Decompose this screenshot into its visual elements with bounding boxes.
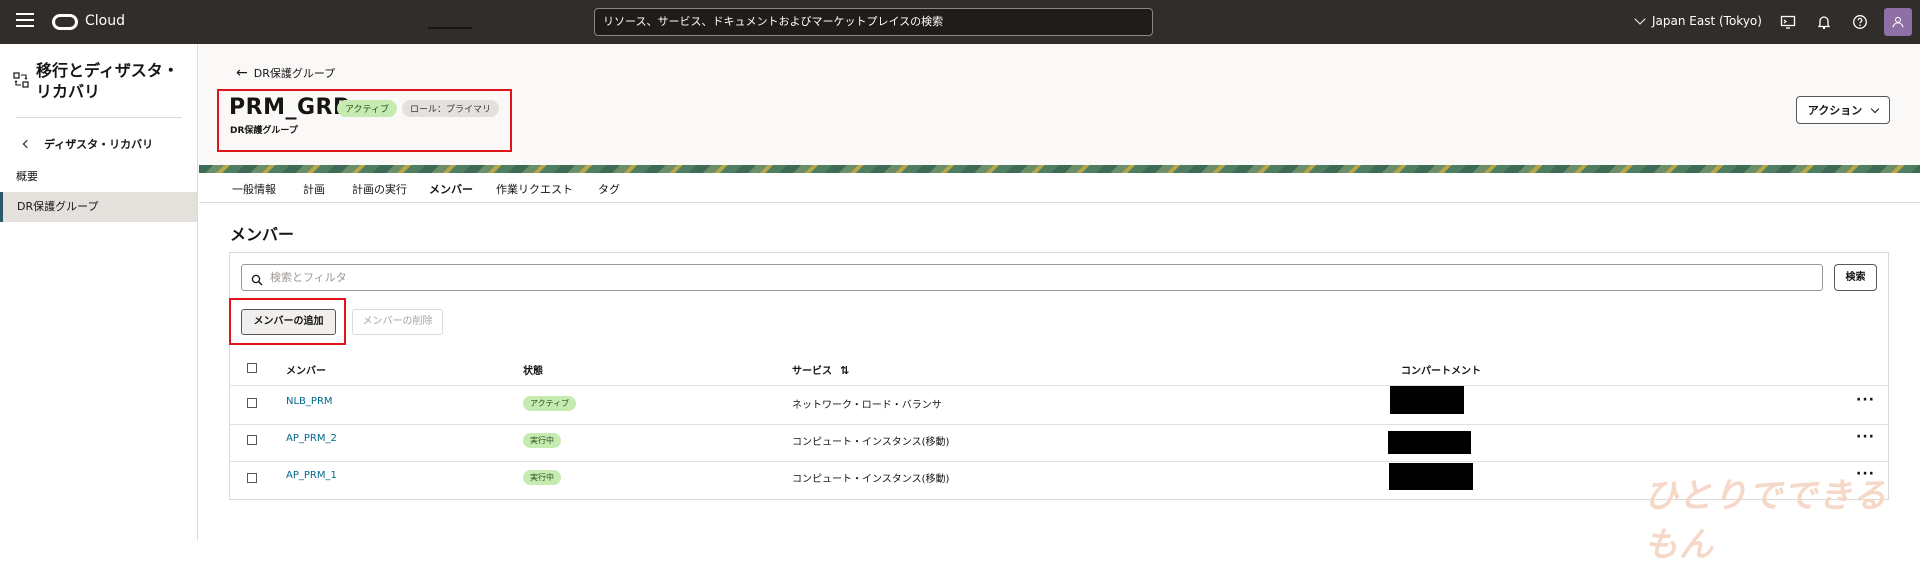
- column-header-compartment: コンパートメント: [1401, 366, 1481, 377]
- service-cell: コンピュート・インスタンス(移動): [792, 437, 950, 448]
- region-label: Japan East (Tokyo): [1652, 14, 1762, 28]
- user-avatar[interactable]: [1884, 8, 1912, 36]
- member-link[interactable]: NLB_PRM: [286, 396, 333, 407]
- tab-work-requests[interactable]: 作業リクエスト: [496, 181, 573, 197]
- service-cell: ネットワーク・ロード・バランサ: [792, 400, 942, 411]
- row-divider: [229, 424, 1889, 425]
- service-cell: コンピュート・インスタンス(移動): [792, 474, 950, 485]
- back-link-label: DR保護グループ: [253, 67, 336, 80]
- row-checkbox[interactable]: [247, 435, 257, 445]
- row-divider: [229, 385, 1889, 386]
- tab-members[interactable]: メンバー: [429, 181, 473, 197]
- oracle-logo-icon[interactable]: [52, 14, 78, 30]
- role-badge: ロール：プライマリ: [402, 100, 500, 117]
- state-badge: 実行中: [523, 433, 561, 448]
- add-member-button[interactable]: メンバーの追加: [241, 309, 336, 335]
- bell-icon[interactable]: [1816, 14, 1832, 30]
- top-bar: Cloud リソース、サービス、ドキュメントおよびマーケットプレイスの検索 Ja…: [0, 0, 1920, 44]
- member-link[interactable]: AP_PRM_1: [286, 470, 337, 481]
- row-actions-menu-icon[interactable]: ···: [1856, 392, 1875, 408]
- row-checkbox[interactable]: [247, 473, 257, 483]
- actions-label: アクション: [1807, 104, 1863, 117]
- redacted-compartment: [1390, 386, 1464, 414]
- row-actions-menu-icon[interactable]: ···: [1856, 429, 1875, 445]
- tab-bar: 一般情報 計画 計画の実行 メンバー 作業リクエスト タグ: [199, 173, 1920, 203]
- user-icon: [1892, 16, 1904, 28]
- chevron-down-icon: [1870, 104, 1880, 113]
- sidebar-divider: [16, 117, 182, 118]
- sidebar-item-overview[interactable]: 概要: [0, 162, 197, 192]
- arrow-left-icon: ←: [236, 65, 248, 81]
- migration-icon: [13, 72, 29, 88]
- filter-input[interactable]: 検索とフィルタ: [241, 264, 1823, 291]
- service-header-label: サービス: [792, 366, 832, 377]
- left-sidebar: 移行とディザスタ・リカバリ ディザスタ・リカバリ 概要 DR保護グループ: [0, 44, 198, 540]
- column-header-service[interactable]: サービス ⇅: [792, 362, 849, 377]
- menu-icon[interactable]: [16, 13, 34, 31]
- status-badge: アクティブ: [337, 100, 398, 117]
- chevron-left-icon: [22, 139, 32, 149]
- select-all-checkbox[interactable]: [247, 363, 257, 373]
- state-badge: アクティブ: [523, 396, 577, 411]
- global-search-input[interactable]: リソース、サービス、ドキュメントおよびマーケットプレイスの検索: [594, 8, 1153, 36]
- tab-tags[interactable]: タグ: [598, 181, 620, 197]
- redacted-compartment: [1389, 463, 1473, 490]
- sidebar-back-label: ディザスタ・リカバリ: [44, 138, 154, 151]
- column-header-state: 状態: [523, 366, 543, 377]
- actions-button[interactable]: アクション: [1796, 96, 1890, 124]
- help-icon[interactable]: [1852, 14, 1868, 30]
- active-tab-underline: [428, 27, 472, 29]
- tab-general-info[interactable]: 一般情報: [232, 181, 276, 197]
- watermark-logo: ひとりでできるもん: [1644, 476, 1888, 565]
- sidebar-back-link[interactable]: ディザスタ・リカバリ: [22, 136, 154, 152]
- sidebar-title: 移行とディザスタ・リカバリ: [36, 61, 179, 101]
- page-subtitle: DR保護グループ: [230, 126, 298, 136]
- sort-icon[interactable]: ⇅: [840, 364, 849, 377]
- sidebar-item-dr-protection-groups[interactable]: DR保護グループ: [0, 192, 197, 222]
- redacted-compartment: [1388, 431, 1471, 454]
- page-title: PRM_GRP: [229, 95, 350, 120]
- region-selector[interactable]: Japan East (Tokyo): [1634, 13, 1762, 28]
- state-badge: 実行中: [523, 470, 561, 485]
- section-title: メンバー: [230, 225, 295, 244]
- member-link[interactable]: AP_PRM_2: [286, 433, 337, 444]
- row-checkbox[interactable]: [247, 398, 257, 408]
- remove-member-button[interactable]: メンバーの削除: [352, 309, 443, 335]
- cloud-shell-icon[interactable]: [1780, 14, 1796, 30]
- tab-plan-executions[interactable]: 計画の実行: [352, 181, 407, 197]
- search-icon: [251, 271, 263, 286]
- back-to-dr-groups-link[interactable]: ← DR保護グループ: [236, 65, 335, 81]
- brand-label[interactable]: Cloud: [85, 13, 125, 29]
- decorative-banner: [199, 165, 1920, 173]
- tab-plans[interactable]: 計画: [303, 181, 325, 197]
- chevron-down-icon: [1634, 13, 1646, 25]
- column-header-member: メンバー: [286, 366, 326, 377]
- row-divider: [229, 461, 1889, 462]
- search-button[interactable]: 検索: [1834, 264, 1877, 291]
